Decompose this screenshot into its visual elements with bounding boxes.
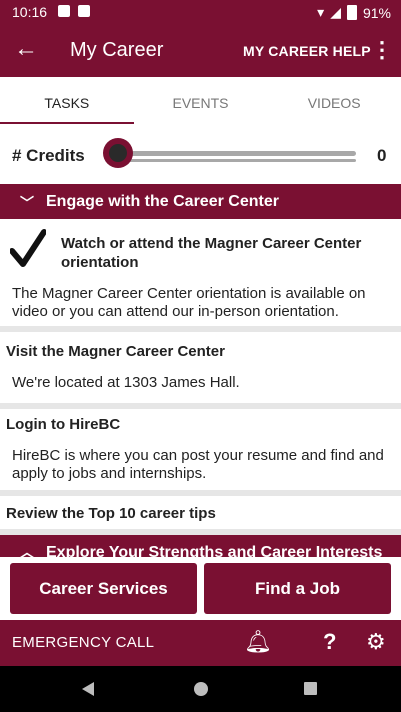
- credits-value: 0: [377, 146, 387, 165]
- section-header-explore[interactable]: ︿ Explore Your Strengths and Career Inte…: [0, 535, 401, 557]
- tab-bar: TASKS EVENTS VIDEOS: [0, 77, 401, 125]
- task-item[interactable]: Review the Top 10 career tips: [0, 496, 401, 531]
- status-bar: 10:16 ▾ ◢ 91%: [0, 0, 401, 25]
- chevron-up-icon: ︿: [20, 544, 34, 557]
- app-bar: ← My Career MY CAREER HELP ⋮: [0, 25, 401, 77]
- nav-home-icon[interactable]: [194, 682, 208, 696]
- career-help-button[interactable]: MY CAREER HELP: [243, 43, 371, 59]
- task-description: HireBC is where you can post your resume…: [12, 447, 384, 482]
- checkmark-icon: [10, 229, 46, 267]
- credits-slider-thumb[interactable]: [103, 138, 133, 168]
- credits-row: # Credits 0: [0, 124, 401, 184]
- chevron-down-icon: ﹀: [20, 195, 34, 211]
- battery-icon: [346, 5, 357, 20]
- task-description: We're located at 1303 James Hall.: [12, 374, 240, 391]
- task-item[interactable]: Login to HireBC HireBC is where you can …: [0, 409, 401, 490]
- tab-events[interactable]: EVENTS: [134, 77, 268, 124]
- action-buttons: Career Services Find a Job: [0, 557, 401, 619]
- find-a-job-button[interactable]: Find a Job: [204, 563, 391, 614]
- nav-back-icon[interactable]: [82, 682, 94, 696]
- task-title: Review the Top 10 career tips: [6, 505, 216, 522]
- page-title: My Career: [70, 39, 164, 61]
- credits-slider-track-secondary: [120, 159, 356, 162]
- image-notification-icon: [58, 5, 70, 17]
- task-item[interactable]: Visit the Magner Career Center We're loc…: [0, 332, 401, 403]
- mail-notification-icon: [78, 5, 90, 17]
- system-nav-bar: [0, 666, 401, 712]
- more-options-icon[interactable]: ⋮: [371, 39, 393, 61]
- status-time: 10:16: [12, 4, 48, 20]
- bell-icon[interactable]: 🔔︎: [244, 629, 272, 655]
- emergency-call-button[interactable]: EMERGENCY CALL: [12, 634, 154, 651]
- section-title: Engage with the Career Center: [46, 193, 279, 210]
- credits-slider-track[interactable]: [120, 151, 356, 156]
- career-services-button[interactable]: Career Services: [10, 563, 197, 614]
- wifi-icon: ▾: [317, 4, 325, 20]
- task-title: Login to HireBC: [6, 416, 121, 433]
- section-header-engage[interactable]: ﹀ Engage with the Career Center: [0, 184, 401, 219]
- bottom-bar: EMERGENCY CALL 🔔︎ ? ⚙: [0, 620, 401, 666]
- task-title: Watch or attend the Magner Career Center…: [61, 235, 362, 271]
- credits-label: # Credits: [12, 146, 85, 165]
- signal-icon: ◢: [330, 4, 341, 20]
- section-title: Explore Your Strengths and Career Intere…: [46, 544, 383, 557]
- task-description: The Magner Career Center orientation is …: [12, 285, 366, 320]
- back-arrow-icon[interactable]: ←: [14, 37, 38, 61]
- tab-tasks[interactable]: TASKS: [0, 77, 134, 125]
- task-item[interactable]: Watch or attend the Magner Career Center…: [0, 219, 401, 326]
- tab-videos[interactable]: VIDEOS: [267, 77, 401, 124]
- task-title: Visit the Magner Career Center: [6, 343, 225, 360]
- settings-gear-icon[interactable]: ⚙: [366, 629, 386, 655]
- battery-percent: 91%: [362, 4, 391, 21]
- help-icon[interactable]: ?: [323, 629, 336, 655]
- nav-recents-icon[interactable]: [304, 682, 317, 695]
